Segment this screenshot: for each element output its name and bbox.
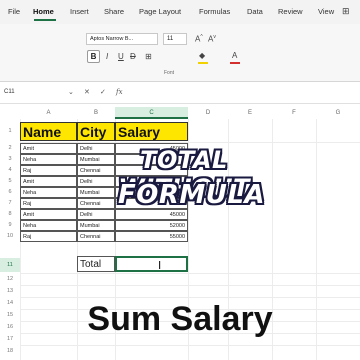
row-header-11[interactable]: 11 xyxy=(0,258,20,272)
active-tab-indicator xyxy=(34,19,56,21)
fx-icon[interactable]: fx xyxy=(116,88,123,96)
row-header-9[interactable]: 9 xyxy=(0,220,20,231)
row-header-2[interactable]: 2 xyxy=(0,143,20,154)
underline-button[interactable]: U xyxy=(118,52,124,61)
fill-color-swatch xyxy=(198,62,208,64)
increase-font-icon[interactable]: A^ xyxy=(195,34,203,44)
formula-bar: C11 ⌄ ✕ ✓ fx xyxy=(0,82,360,104)
table-cell-name[interactable]: Raj xyxy=(20,165,77,176)
more-icon[interactable]: ⊞ xyxy=(342,6,350,17)
active-cell-c11[interactable] xyxy=(115,256,188,272)
table-cell-salary[interactable]: 45000 xyxy=(115,209,188,220)
row-header-5[interactable]: 5 xyxy=(0,176,20,187)
font-color-swatch xyxy=(230,62,240,64)
table-cell-name[interactable]: Amit xyxy=(20,176,77,187)
col-header-b[interactable]: B xyxy=(77,107,115,119)
col-header-e[interactable]: E xyxy=(228,107,272,119)
row-header-10[interactable]: 10 xyxy=(0,231,20,242)
tab-page-layout[interactable]: Page Layout xyxy=(139,7,181,16)
tab-data[interactable]: Data xyxy=(247,7,263,16)
fill-color-icon[interactable]: ◆ xyxy=(199,51,205,60)
table-cell-name[interactable]: Neha xyxy=(20,220,77,231)
col-header-c[interactable]: C xyxy=(115,107,188,119)
row-header-18[interactable]: 18 xyxy=(0,346,20,357)
row-header-4[interactable]: 4 xyxy=(0,165,20,176)
table-cell-name[interactable]: Raj xyxy=(20,231,77,242)
italic-button[interactable]: I xyxy=(106,52,108,61)
tab-formulas[interactable]: Formulas xyxy=(199,7,230,16)
header-cell-salary[interactable]: Salary xyxy=(115,122,188,141)
decrease-font-icon[interactable]: Av xyxy=(208,34,216,44)
table-cell-name[interactable]: Amit xyxy=(20,143,77,154)
font-size-dropdown[interactable]: 11 xyxy=(163,33,187,45)
ribbon-tabs: File Home Insert Share Page Layout Formu… xyxy=(0,0,360,24)
name-box[interactable]: C11 xyxy=(4,89,15,95)
table-cell-salary[interactable]: 52000 xyxy=(115,220,188,231)
col-header-g[interactable]: G xyxy=(316,107,360,119)
col-header-f[interactable]: F xyxy=(272,107,316,119)
table-cell-city[interactable]: Chennai xyxy=(77,231,115,242)
font-color-icon[interactable]: A xyxy=(232,51,237,60)
row-header-3[interactable]: 3 xyxy=(0,154,20,165)
row-header-1[interactable]: 1 xyxy=(0,122,20,141)
caption-text: Sum Salary xyxy=(87,300,273,338)
table-cell-salary[interactable]: 55000 xyxy=(115,231,188,242)
font-group-label: Font xyxy=(164,70,175,76)
tab-share[interactable]: Share xyxy=(104,7,124,16)
tab-view[interactable]: View xyxy=(318,7,334,16)
row-header-8[interactable]: 8 xyxy=(0,209,20,220)
x-icon[interactable]: ✕ xyxy=(84,88,90,96)
check-icon[interactable]: ✓ xyxy=(100,88,106,96)
borders-icon[interactable]: ⊞ xyxy=(145,52,152,61)
overlay-title-line2: FORMULA xyxy=(118,180,266,210)
col-header-d[interactable]: D xyxy=(188,107,228,119)
row-header-7[interactable]: 7 xyxy=(0,198,20,209)
row-header-12[interactable]: 12 xyxy=(0,274,20,285)
header-cell-name[interactable]: Name xyxy=(20,122,77,141)
row-header-6[interactable]: 6 xyxy=(0,187,20,198)
text-cursor-icon: I xyxy=(158,259,162,272)
tab-file[interactable]: File xyxy=(8,7,20,16)
tab-review[interactable]: Review xyxy=(278,7,303,16)
header-cell-city[interactable]: City xyxy=(77,122,115,141)
tab-home[interactable]: Home xyxy=(33,7,54,16)
font-name-dropdown[interactable]: Aptos Narrow B... xyxy=(86,33,158,45)
col-header-a[interactable]: A xyxy=(20,107,77,119)
ribbon-font-group: Aptos Narrow B... 11 A^ Av B I U D ⊞ ◆ A… xyxy=(0,24,360,82)
table-cell-city[interactable]: Delhi xyxy=(77,209,115,220)
table-cell-name[interactable]: Raj xyxy=(20,198,77,209)
table-cell-name[interactable]: Neha xyxy=(20,154,77,165)
chevron-down-icon[interactable]: ⌄ xyxy=(68,88,74,96)
table-cell-name[interactable]: Amit xyxy=(20,209,77,220)
table-cell-city[interactable]: Mumbai xyxy=(77,220,115,231)
bold-button[interactable]: B xyxy=(87,50,100,63)
total-label-cell[interactable]: Total xyxy=(77,256,115,272)
row-header-13[interactable]: 13 xyxy=(0,286,20,297)
strikethrough-button[interactable]: D xyxy=(130,52,136,61)
table-cell-name[interactable]: Neha xyxy=(20,187,77,198)
tab-insert[interactable]: Insert xyxy=(70,7,89,16)
